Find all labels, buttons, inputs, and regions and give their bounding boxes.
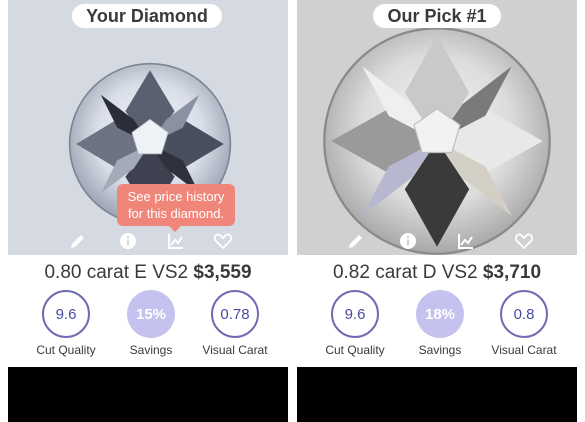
visual-carat-value: 0.8 (500, 290, 548, 338)
savings-label: Savings (418, 343, 462, 357)
carat-spec: 0.82 carat D VS2 (332, 262, 478, 283)
our-pick-card: Our Pick #1 0.82 carat D VS2 $3,710 9.6 … (297, 0, 577, 422)
diamond-photo[interactable]: See price history for this diamond. (8, 0, 288, 255)
savings-value: 18% (416, 290, 464, 338)
metrics-row: 9.6 Cut Quality 18% Savings 0.8 Visual C… (297, 290, 577, 360)
savings-value: 15% (127, 290, 175, 338)
savings-metric[interactable]: 15% Savings (106, 290, 196, 360)
diamond-headline: 0.80 carat E VS2 $3,559 (8, 260, 288, 286)
visual-carat-value: 0.78 (211, 290, 259, 338)
savings-label: Savings (129, 343, 173, 357)
savings-metric[interactable]: 18% Savings (395, 290, 485, 360)
chart-icon (168, 234, 183, 249)
favorite-button[interactable] (210, 228, 236, 254)
your-diamond-card: See price history for this diamond. Your… (8, 0, 288, 422)
cut-quality-label: Cut Quality (325, 343, 385, 357)
cut-quality-metric[interactable]: 9.6 Cut Quality (21, 290, 111, 360)
diamond-image (323, 27, 551, 255)
edit-button[interactable] (343, 228, 369, 254)
info-button[interactable] (115, 228, 141, 254)
card-footer (297, 367, 577, 422)
diamond-tools (8, 228, 288, 254)
card-title: Your Diamond (72, 4, 222, 28)
metrics-row: 9.6 Cut Quality 15% Savings 0.78 Visual … (8, 290, 288, 360)
info-icon (120, 233, 136, 249)
favorite-button[interactable] (511, 228, 537, 254)
cut-quality-value: 9.6 (42, 290, 90, 338)
heart-icon (514, 233, 534, 250)
carat-spec: 0.80 carat E VS2 (44, 262, 189, 283)
tooltip-line-1: See price history (127, 189, 225, 204)
price-history-tooltip: See price history for this diamond. (117, 184, 235, 232)
diamond-headline: 0.82 carat D VS2 $3,710 (297, 260, 577, 286)
price: $3,559 (193, 262, 252, 283)
info-button[interactable] (395, 228, 421, 254)
price-history-button[interactable] (453, 228, 479, 254)
diamond-tools (297, 228, 577, 254)
tooltip-line-2: for this diamond. (127, 206, 225, 221)
card-title: Our Pick #1 (373, 4, 501, 28)
chart-icon (458, 234, 473, 249)
cut-quality-value: 9.6 (331, 290, 379, 338)
visual-carat-label: Visual Carat (202, 343, 268, 357)
price: $3,710 (482, 262, 542, 283)
heart-icon (213, 233, 233, 250)
card-footer (8, 367, 288, 422)
pencil-icon (349, 235, 362, 248)
diamond-photo[interactable] (297, 0, 577, 255)
info-icon (400, 233, 416, 249)
cut-quality-label: Cut Quality (36, 343, 96, 357)
visual-carat-metric[interactable]: 0.78 Visual Carat (190, 290, 280, 360)
price-history-button[interactable] (163, 228, 189, 254)
pencil-icon (71, 235, 84, 248)
visual-carat-label: Visual Carat (491, 343, 557, 357)
visual-carat-metric[interactable]: 0.8 Visual Carat (479, 290, 569, 360)
edit-button[interactable] (65, 228, 91, 254)
cut-quality-metric[interactable]: 9.6 Cut Quality (310, 290, 400, 360)
